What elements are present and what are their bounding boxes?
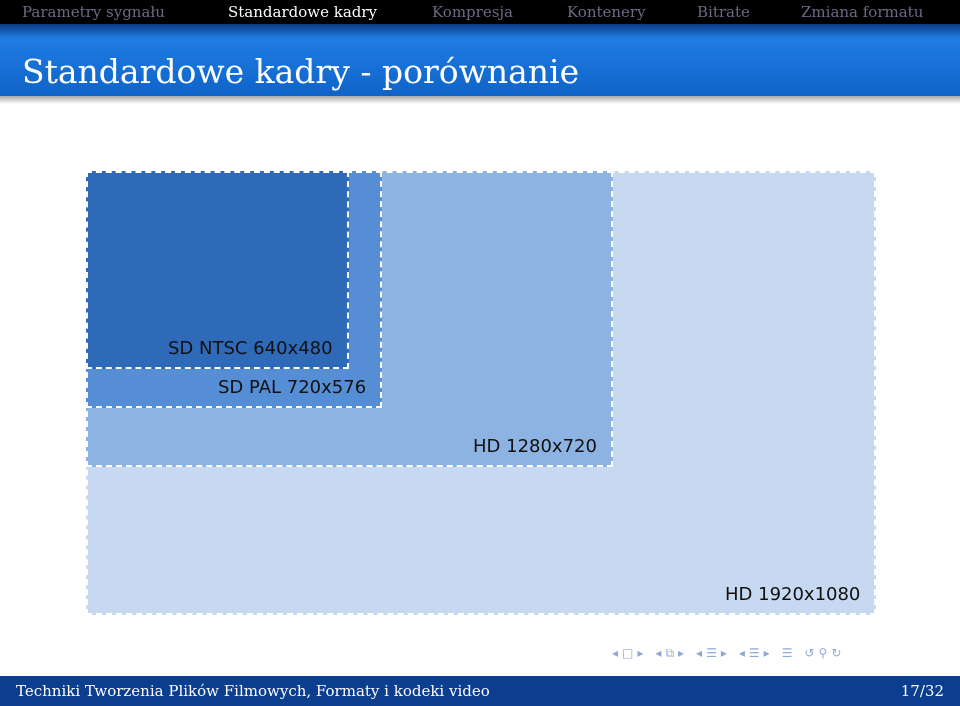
footer-title: Techniki Tworzenia Plików Filmowych, For… <box>16 682 490 700</box>
nav-item-standardowe-kadry[interactable]: Standardowe kadry <box>228 3 377 21</box>
frame-label: SD NTSC 640x480 <box>168 338 333 359</box>
nav-prev-frame-icon[interactable]: ◂ <box>655 646 661 660</box>
nav-prev-section-icon[interactable]: ◂ <box>739 646 745 660</box>
nav-frame-icon[interactable]: ⧉ <box>665 646 674 661</box>
nav-item-bitrate[interactable]: Bitrate <box>697 3 750 21</box>
nav-slide-icon[interactable]: □ <box>622 646 633 660</box>
nav-forward-icon[interactable]: ↻ <box>831 646 841 660</box>
nav-search-icon[interactable]: ⚲ <box>819 646 828 660</box>
nav-item-parametry-sygnalu[interactable]: Parametry sygnału <box>22 3 165 21</box>
section-navigation: Parametry sygnału Standardowe kadry Komp… <box>0 0 960 24</box>
frame-label: SD PAL 720x576 <box>218 377 367 398</box>
nav-item-kontenery[interactable]: Kontenery <box>567 3 646 21</box>
frame-label: HD 1280x720 <box>473 436 597 457</box>
nav-item-zmiana-formatu[interactable]: Zmiana formatu <box>801 3 923 21</box>
nav-prev-subsection-icon[interactable]: ◂ <box>696 646 702 660</box>
footer-page-number: 17/32 <box>900 682 944 700</box>
nav-subsection-icon[interactable]: ☰ <box>706 646 717 660</box>
title-bar-top-gradient <box>0 24 960 38</box>
nav-back-icon[interactable]: ↺ <box>804 646 814 660</box>
nav-toc-icon[interactable]: ☰ <box>782 646 793 660</box>
nav-next-subsection-icon[interactable]: ▸ <box>721 646 727 660</box>
nav-next-frame-icon[interactable]: ▸ <box>678 646 684 660</box>
nav-next-slide-icon[interactable]: ▸ <box>637 646 643 660</box>
nav-next-section-icon[interactable]: ▸ <box>764 646 770 660</box>
beamer-navigation-controls: ◂ □ ▸ ◂ ⧉ ▸ ◂ ☰ ▸ ◂ ☰ ▸ ☰ ↺ ⚲ ↻ <box>612 644 841 662</box>
frame-label: HD 1920x1080 <box>725 584 861 605</box>
nav-item-kompresja[interactable]: Kompresja <box>432 3 513 21</box>
nav-section-icon[interactable]: ☰ <box>749 646 760 660</box>
nav-prev-slide-icon[interactable]: ◂ <box>612 646 618 660</box>
title-bar-shadow <box>0 96 960 104</box>
slide-title: Standardowe kadry - porównanie <box>22 52 580 91</box>
